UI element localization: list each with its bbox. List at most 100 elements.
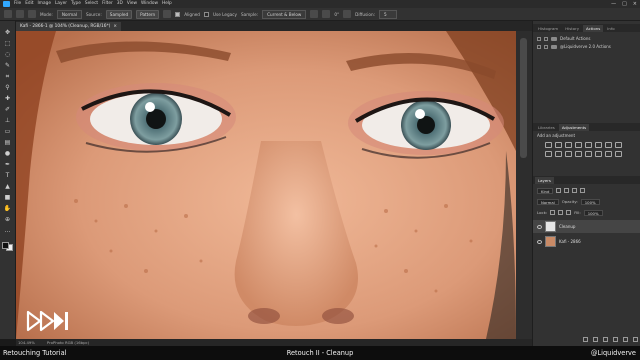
vibrance-icon[interactable] — [585, 142, 592, 148]
new-adjustment-icon[interactable] — [613, 337, 618, 342]
photoshop-logo-icon[interactable] — [3, 1, 10, 7]
document-tab[interactable]: Kafi - 2866-1 @ 104% (Cleanup, RGB/16*) … — [16, 22, 121, 31]
pattern-button[interactable]: Pattern — [136, 9, 160, 19]
gradient-tool-icon[interactable]: ▤ — [3, 139, 12, 147]
dodge-tool-icon[interactable]: ● — [3, 150, 12, 158]
menu-window[interactable]: Window — [141, 0, 158, 8]
move-tool-icon[interactable]: ✥ — [3, 29, 12, 37]
type-tool-icon[interactable]: T — [3, 172, 12, 180]
levels-icon[interactable] — [555, 142, 562, 148]
lasso-tool-icon[interactable]: ◌ — [3, 51, 12, 59]
type-filter-icon[interactable] — [572, 188, 578, 193]
mode-dropdown[interactable]: Normal — [56, 9, 82, 19]
new-layer-icon[interactable] — [633, 337, 638, 342]
visibility-eye-icon[interactable] — [537, 224, 542, 229]
lock-pixels-icon[interactable] — [550, 210, 556, 215]
sample-dropdown[interactable]: Current & Below — [262, 9, 307, 19]
pressure-size-icon[interactable] — [343, 10, 352, 18]
opacity-field[interactable]: 100% — [580, 198, 600, 205]
channel-mixer-icon[interactable] — [555, 151, 562, 157]
tab-layers[interactable]: Layers — [535, 177, 554, 184]
tab-libraries[interactable]: Libraries — [535, 124, 558, 131]
scrollbar-thumb[interactable] — [520, 38, 527, 158]
lock-position-icon[interactable] — [558, 210, 564, 215]
minimize-button[interactable]: — — [611, 1, 616, 7]
curves-icon[interactable] — [565, 142, 572, 148]
pattern-swatch-icon[interactable] — [163, 10, 172, 18]
eraser-tool-icon[interactable]: ▭ — [3, 128, 12, 136]
link-layers-icon[interactable] — [583, 337, 588, 342]
fill-field[interactable]: 100% — [583, 209, 603, 216]
sampled-button[interactable]: Sampled — [105, 9, 133, 19]
action-set-row[interactable]: @Liquidverve 2.0 Actions — [537, 43, 611, 50]
dialog-toggle-checkbox[interactable] — [544, 44, 548, 49]
action-toggle-checkbox[interactable] — [537, 44, 541, 49]
eyedropper-tool-icon[interactable]: ⚲ — [3, 84, 12, 92]
brush-tool-icon[interactable]: ✐ — [3, 106, 12, 114]
shape-filter-icon[interactable] — [580, 188, 586, 193]
healing-brush-tool-icon[interactable]: ✚ — [3, 95, 12, 103]
adjustment-filter-icon[interactable] — [564, 188, 570, 193]
tab-history[interactable]: History — [562, 25, 582, 32]
hue-saturation-icon[interactable] — [595, 142, 602, 148]
selective-color-icon[interactable] — [615, 151, 622, 157]
hand-tool-icon[interactable]: ✋ — [3, 205, 12, 213]
menu-edit[interactable]: Edit — [25, 0, 33, 8]
pen-tool-icon[interactable]: ✒ — [3, 161, 12, 169]
layer-row[interactable]: Cleanup — [533, 220, 640, 233]
menu-filter[interactable]: Filter — [102, 0, 113, 8]
use-legacy-checkbox[interactable] — [203, 11, 209, 17]
more-tools-icon[interactable]: … — [3, 227, 12, 235]
zoom-level[interactable]: 104.49% — [18, 340, 35, 345]
menu-layer[interactable]: Layer — [55, 0, 67, 8]
blend-mode-dropdown[interactable]: Normal — [537, 198, 559, 205]
close-button[interactable]: × — [633, 1, 637, 7]
posterize-icon[interactable] — [585, 151, 592, 157]
menu-select[interactable]: Select — [85, 0, 98, 8]
threshold-icon[interactable] — [595, 151, 602, 157]
menu-image[interactable]: Image — [38, 0, 51, 8]
action-toggle-checkbox[interactable] — [537, 36, 541, 41]
menu-3d[interactable]: 3D — [117, 0, 123, 8]
exposure-icon[interactable] — [575, 142, 582, 148]
menu-file[interactable]: File — [14, 0, 21, 8]
invert-icon[interactable] — [575, 151, 582, 157]
aligned-checkbox[interactable] — [175, 11, 181, 17]
layer-style-icon[interactable] — [593, 337, 598, 342]
lock-all-icon[interactable] — [566, 210, 572, 215]
close-tab-icon[interactable]: × — [113, 24, 117, 29]
color-balance-icon[interactable] — [605, 142, 612, 148]
tab-histogram[interactable]: Histogram — [535, 25, 561, 32]
action-set-row[interactable]: Default Actions — [537, 35, 591, 42]
shape-tool-icon[interactable]: ■ — [3, 194, 12, 202]
dialog-toggle-checkbox[interactable] — [544, 36, 548, 41]
angle-value[interactable]: 0° — [334, 12, 339, 17]
pixel-filter-icon[interactable] — [556, 188, 562, 193]
zoom-tool-icon[interactable]: ⊕ — [3, 216, 12, 224]
menu-view[interactable]: View — [127, 0, 137, 8]
visibility-eye-icon[interactable] — [537, 239, 542, 244]
color-swatches[interactable] — [2, 242, 13, 251]
angle-icon[interactable] — [322, 10, 331, 18]
gradient-map-icon[interactable] — [605, 151, 612, 157]
tab-actions[interactable]: Actions — [583, 25, 604, 32]
marquee-tool-icon[interactable]: ⬚ — [3, 40, 12, 48]
ignore-adjustment-icon[interactable] — [310, 10, 319, 18]
filter-kind-dropdown[interactable]: Kind — [537, 187, 554, 194]
add-mask-icon[interactable] — [603, 337, 608, 342]
crop-tool-icon[interactable]: ⌗ — [3, 73, 12, 81]
healing-brush-tool-icon[interactable] — [16, 10, 24, 18]
foreground-color-swatch[interactable] — [2, 242, 9, 249]
quick-select-tool-icon[interactable]: ✎ — [3, 62, 12, 70]
tab-adjustments[interactable]: Adjustments — [558, 124, 590, 131]
layer-row[interactable]: Kafi - 2866 — [533, 235, 640, 248]
menu-type[interactable]: Type — [71, 0, 81, 8]
brightness-icon[interactable] — [545, 142, 552, 148]
color-lookup-icon[interactable] — [565, 151, 572, 157]
new-group-icon[interactable] — [623, 337, 628, 342]
clone-stamp-tool-icon[interactable]: ⊥ — [3, 117, 12, 125]
document-canvas[interactable] — [16, 31, 516, 339]
diffusion-field[interactable]: 5 — [379, 9, 398, 19]
path-select-tool-icon[interactable]: ▲ — [3, 183, 12, 191]
photo-filter-icon[interactable] — [545, 151, 552, 157]
